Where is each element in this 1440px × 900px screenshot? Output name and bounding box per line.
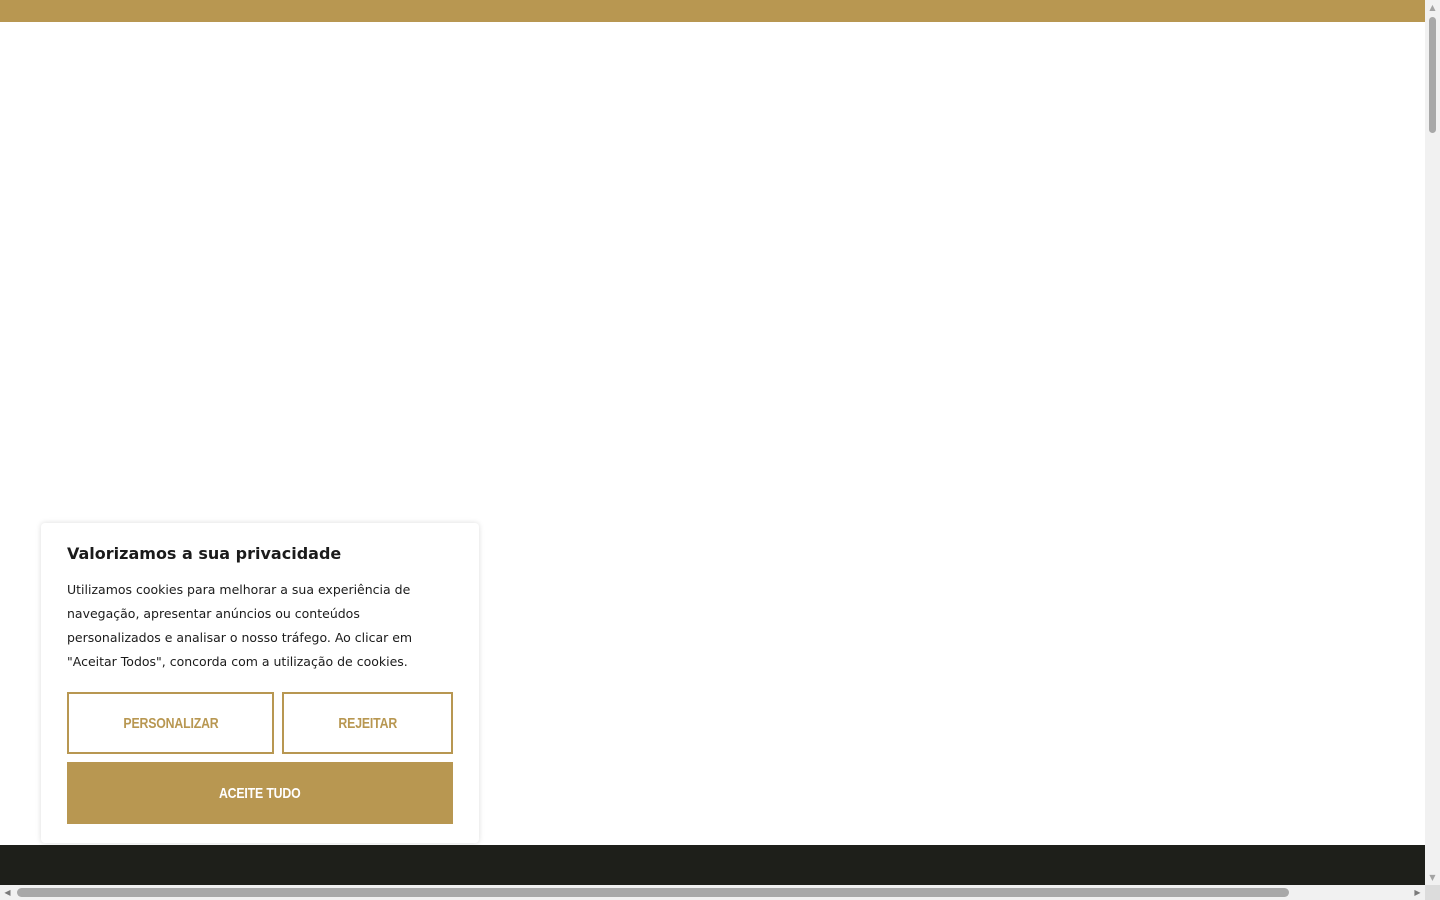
vertical-scrollbar[interactable]: ▲ ▼ <box>1425 0 1440 885</box>
accept-all-button[interactable]: ACEITE TUDO <box>67 762 453 824</box>
arrow-right-icon[interactable]: ▶ <box>1410 885 1425 900</box>
reject-button[interactable]: REJEITAR <box>282 692 453 754</box>
accept-all-button-label: ACEITE TUDO <box>219 784 301 802</box>
cookie-button-row: PERSONALIZAR REJEITAR <box>67 692 453 754</box>
arrow-up-icon[interactable]: ▲ <box>1425 0 1440 15</box>
scrollbar-corner <box>1425 885 1440 900</box>
cookie-banner-title: Valorizamos a sua privacidade <box>67 544 342 563</box>
footer-bar <box>0 845 1425 885</box>
horizontal-scrollbar[interactable]: ◀ ▶ <box>0 885 1425 900</box>
reject-button-label: REJEITAR <box>338 714 397 732</box>
top-accent-bar <box>0 0 1425 22</box>
page: ▲ ▼ ◀ ▶ Valorizamos a sua privacidade Ut… <box>0 0 1440 900</box>
customize-button-label: PERSONALIZAR <box>122 714 219 732</box>
horizontal-scroll-thumb[interactable] <box>17 888 1289 897</box>
arrow-down-icon[interactable]: ▼ <box>1425 870 1440 885</box>
cookie-consent-banner: Valorizamos a sua privacidade Utilizamos… <box>41 523 479 843</box>
cookie-banner-message: Utilizamos cookies para melhorar a sua e… <box>67 582 413 669</box>
vertical-scroll-thumb[interactable] <box>1429 17 1436 133</box>
customize-button[interactable]: PERSONALIZAR <box>67 692 274 754</box>
arrow-left-icon[interactable]: ◀ <box>0 885 15 900</box>
